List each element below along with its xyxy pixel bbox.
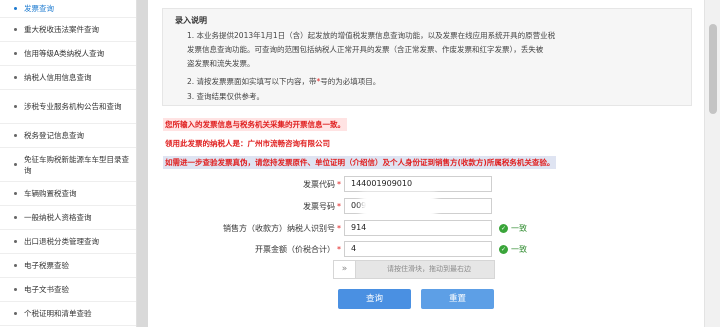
- bullet-icon: [14, 192, 17, 195]
- match-message: 您所输入的发票信息与税务机关采集的开票信息一致。: [163, 118, 347, 131]
- instructions-text: 号的为必填项目。: [320, 77, 381, 86]
- invoice-code-label: 发票代码 *: [303, 180, 341, 189]
- amount-label: 开票金额（价税合计） *: [255, 245, 341, 254]
- sidebar-item-label: 纳税人信用信息查询: [24, 73, 92, 82]
- input-instructions: 录入说明 1. 本业务提供2013年1月1日（含）起发放的增值税发票信息查询功能…: [162, 8, 692, 106]
- sidebar: 发票查询 重大税收违法案件查询 信用等级A类纳税人查询 纳税人信用信息查询 涉税…: [0, 0, 137, 327]
- sidebar-item-label: 出口退税分类管理查询: [24, 237, 99, 246]
- instructions-line: 3. 查询结果仅供参考。: [187, 92, 265, 101]
- bullet-icon: [14, 163, 17, 166]
- instructions-line: 盗发票和流失发票。: [187, 59, 255, 68]
- bullet-icon: [14, 134, 17, 137]
- slider-captcha[interactable]: » 请按住滑块，拖动到最右边: [333, 260, 495, 279]
- sidebar-item-label: 税务登记信息查询: [24, 131, 84, 140]
- slider-handle[interactable]: »: [334, 261, 356, 278]
- bullet-icon: [14, 312, 17, 315]
- sidebar-item-label: 涉税专业服务机构公告和查询: [24, 102, 122, 111]
- match-label: 一致: [511, 245, 527, 254]
- sidebar-item-credit-a[interactable]: 信用等级A类纳税人查询: [0, 42, 136, 66]
- bullet-icon: [14, 28, 17, 31]
- instructions-title: 录入说明: [175, 16, 207, 25]
- scroll-thumb[interactable]: [709, 24, 717, 114]
- check-circle-icon: ✓: [499, 245, 508, 254]
- bullet-icon: [14, 288, 17, 291]
- sidebar-item-label: 信用等级A类纳税人查询: [24, 49, 105, 58]
- sidebar-item-label: 重大税收违法案件查询: [24, 25, 99, 34]
- match-label: 一致: [511, 224, 527, 233]
- amount-input[interactable]: 4: [344, 241, 492, 257]
- sidebar-item-label: 发票查询: [24, 4, 54, 13]
- bullet-icon: [14, 216, 17, 219]
- sidebar-item-label: 个税证明和清单查验: [24, 309, 92, 318]
- main-panel: 录入说明 1. 本业务提供2013年1月1日（含）起发放的增值税发票信息查询功能…: [148, 0, 704, 327]
- sidebar-item-label: 免征车购税新能源车车型目录查询: [24, 154, 129, 175]
- bullet-icon: [14, 7, 17, 10]
- reset-button[interactable]: 重置: [421, 289, 494, 309]
- check-circle-icon: ✓: [499, 224, 508, 233]
- instructions-line: 发票信息查询功能。可查询的范围包括纳税人正常开具的发票（含正常发票、作废发票和红…: [187, 45, 544, 54]
- scrollbar[interactable]: [704, 0, 720, 327]
- sidebar-item-general-taxpayer[interactable]: 一般纳税人资格查询: [0, 206, 136, 230]
- sidebar-item-invoice-query[interactable]: 发票查询: [0, 0, 136, 18]
- instructions-line: 1. 本业务提供2013年1月1日（含）起发放的增值税发票信息查询功能，以及发票…: [187, 31, 556, 40]
- invoice-number-label: 发票号码 *: [303, 202, 341, 211]
- amount-match: ✓ 一致: [499, 244, 527, 255]
- instructions-line: 2. 请按发票票面如实填写以下内容，带*号的为必填项目。: [187, 76, 380, 87]
- sidebar-item-personal-tax[interactable]: 个税证明和清单查验: [0, 302, 136, 326]
- seller-id-label: 销售方（收款方）纳税人识别号 *: [223, 224, 341, 233]
- sidebar-item-label: 电子税票查验: [24, 261, 69, 270]
- sidebar-item-e-tax-ticket[interactable]: 电子税票查验: [0, 254, 136, 278]
- bullet-icon: [14, 264, 17, 267]
- sidebar-item-export-refund[interactable]: 出口退税分类管理查询: [0, 230, 136, 254]
- sidebar-item-credit-info[interactable]: 纳税人信用信息查询: [0, 66, 136, 90]
- sidebar-item-tax-registration[interactable]: 税务登记信息查询: [0, 124, 136, 148]
- instructions-text: 2. 请按发票票面如实填写以下内容，带: [187, 77, 317, 86]
- query-button[interactable]: 查询: [338, 289, 411, 309]
- sidebar-item-tax-agency[interactable]: 涉税专业服务机构公告和查询: [0, 90, 136, 124]
- bullet-icon: [14, 105, 17, 108]
- taxpayer-message: 领用此发票的纳税人是：广州市流畅咨询有限公司: [165, 139, 330, 148]
- invoice-code-input[interactable]: 144001909010: [344, 176, 492, 192]
- slider-hint: 请按住滑块，拖动到最右边: [387, 265, 471, 273]
- bullet-icon: [14, 76, 17, 79]
- sidebar-item-label: 一般纳税人资格查询: [24, 213, 92, 222]
- sidebar-item-vehicle-tax[interactable]: 车辆购置税查询: [0, 182, 136, 206]
- bullet-icon: [14, 52, 17, 55]
- verify-message: 如需进一步查验发票真伪，请您持发票原件、单位证明（介绍信）及个人身份证到销售方(…: [163, 156, 557, 169]
- sidebar-item-e-document[interactable]: 电子文书查验: [0, 278, 136, 302]
- sidebar-item-tax-violation[interactable]: 重大税收违法案件查询: [0, 18, 136, 42]
- seller-id-match: ✓ 一致: [499, 223, 527, 234]
- sidebar-item-label: 车辆购置税查询: [24, 189, 77, 198]
- bullet-icon: [14, 240, 17, 243]
- sidebar-item-new-energy[interactable]: 免征车购税新能源车车型目录查询: [0, 148, 136, 182]
- sidebar-item-label: 电子文书查验: [24, 285, 69, 294]
- seller-id-input[interactable]: 914: [344, 220, 492, 236]
